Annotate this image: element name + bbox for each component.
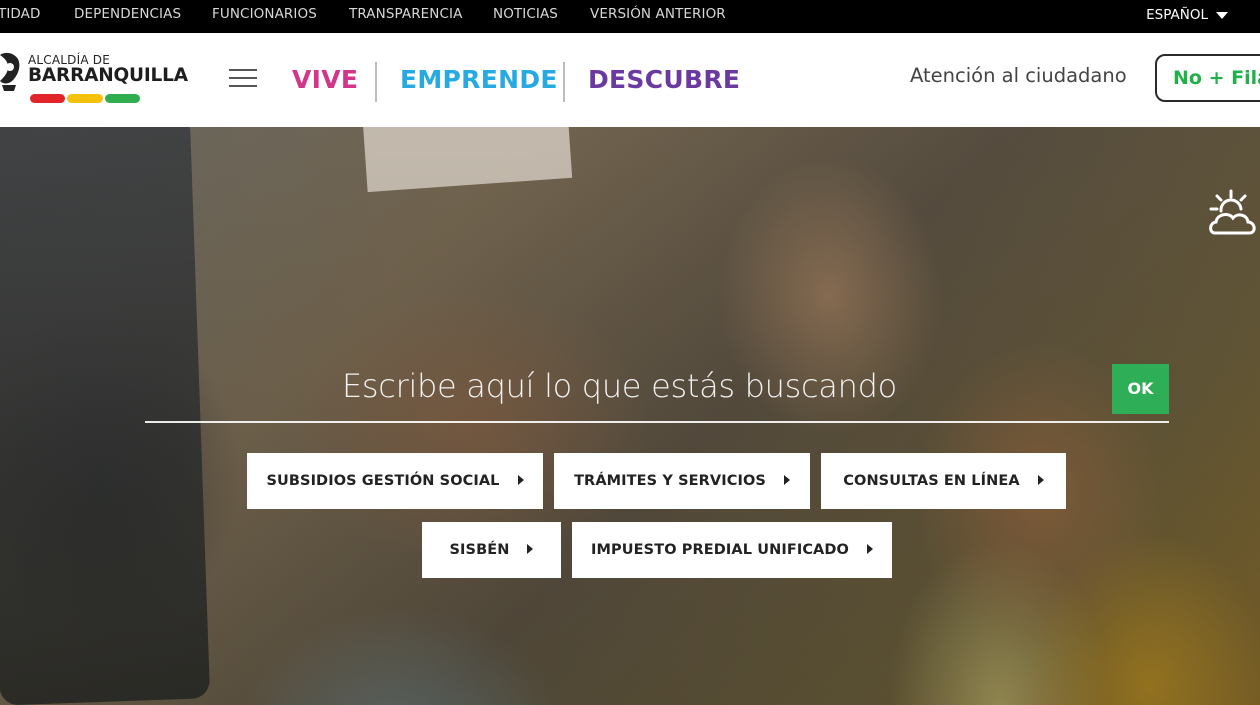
language-selector[interactable]: ESPAÑOL bbox=[1146, 0, 1228, 33]
logo-big-text: BARRANQUILLA bbox=[28, 65, 188, 86]
caret-down-icon bbox=[1216, 11, 1228, 19]
site-header: ALCALDÍA DE BARRANQUILLA VIVE EMPRENDE D… bbox=[0, 33, 1260, 127]
flag-green bbox=[104, 94, 140, 103]
language-label: ESPAÑOL bbox=[1146, 7, 1208, 23]
hero-overlay bbox=[0, 127, 1260, 705]
nav-divider bbox=[563, 62, 565, 102]
caret-right-icon bbox=[527, 544, 534, 554]
topbar-link-identidad[interactable]: TIDAD bbox=[0, 0, 41, 33]
search-input[interactable]: Escribe aquí lo que estás buscando bbox=[342, 367, 897, 405]
quick-link-predial[interactable]: IMPUESTO PREDIAL UNIFICADO bbox=[572, 522, 892, 578]
hero-banner: Escribe aquí lo que estás buscando OK SU… bbox=[0, 127, 1260, 705]
topbar-link-dependencias[interactable]: DEPENDENCIAS bbox=[74, 0, 181, 33]
caret-right-icon bbox=[517, 475, 524, 485]
nav-emprende[interactable]: EMPRENDE bbox=[400, 62, 558, 98]
quick-link-label: SUBSIDIOS GESTIÓN SOCIAL bbox=[266, 473, 500, 489]
nav-descubre[interactable]: DESCUBRE bbox=[588, 62, 740, 98]
search-ok-button[interactable]: OK bbox=[1112, 364, 1169, 414]
quick-link-subsidios[interactable]: SUBSIDIOS GESTIÓN SOCIAL bbox=[247, 453, 543, 509]
quick-link-consultas[interactable]: CONSULTAS EN LÍNEA bbox=[821, 453, 1066, 509]
topbar-link-funcionarios[interactable]: FUNCIONARIOS bbox=[212, 0, 317, 33]
nav-divider bbox=[375, 62, 377, 102]
flag-yellow bbox=[67, 94, 103, 103]
quick-link-tramites[interactable]: TRÁMITES Y SERVICIOS bbox=[554, 453, 810, 509]
flag-red bbox=[30, 94, 66, 103]
quick-link-sisben[interactable]: SISBÉN bbox=[422, 522, 561, 578]
topbar-link-noticias[interactable]: NOTICIAS bbox=[493, 0, 558, 33]
caret-right-icon bbox=[1037, 475, 1044, 485]
top-bar: TIDAD DEPENDENCIAS FUNCIONARIOS TRANSPAR… bbox=[0, 0, 1260, 33]
logo[interactable]: ALCALDÍA DE BARRANQUILLA bbox=[0, 51, 190, 107]
quick-link-label: IMPUESTO PREDIAL UNIFICADO bbox=[591, 542, 849, 558]
flag-stripe bbox=[30, 94, 140, 103]
quick-link-label: TRÁMITES Y SERVICIOS bbox=[574, 473, 766, 489]
caret-right-icon bbox=[783, 475, 790, 485]
coat-of-arms-icon bbox=[0, 52, 20, 91]
topbar-link-version-anterior[interactable]: VERSIÓN ANTERIOR bbox=[590, 0, 726, 33]
nav-vive[interactable]: VIVE bbox=[292, 62, 358, 98]
menu-icon[interactable] bbox=[229, 67, 257, 89]
topbar-link-transparencia[interactable]: TRANSPARENCIA bbox=[349, 0, 462, 33]
quick-link-label: SISBÉN bbox=[449, 542, 510, 558]
search-underline bbox=[145, 421, 1169, 423]
caret-right-icon bbox=[866, 544, 873, 554]
no-mas-filas-button[interactable]: No + Filas bbox=[1155, 54, 1260, 102]
partly-cloudy-icon[interactable] bbox=[1205, 187, 1260, 243]
atencion-ciudadano-link[interactable]: Atención al ciudadano bbox=[910, 64, 1127, 87]
quick-link-label: CONSULTAS EN LÍNEA bbox=[843, 473, 1020, 489]
